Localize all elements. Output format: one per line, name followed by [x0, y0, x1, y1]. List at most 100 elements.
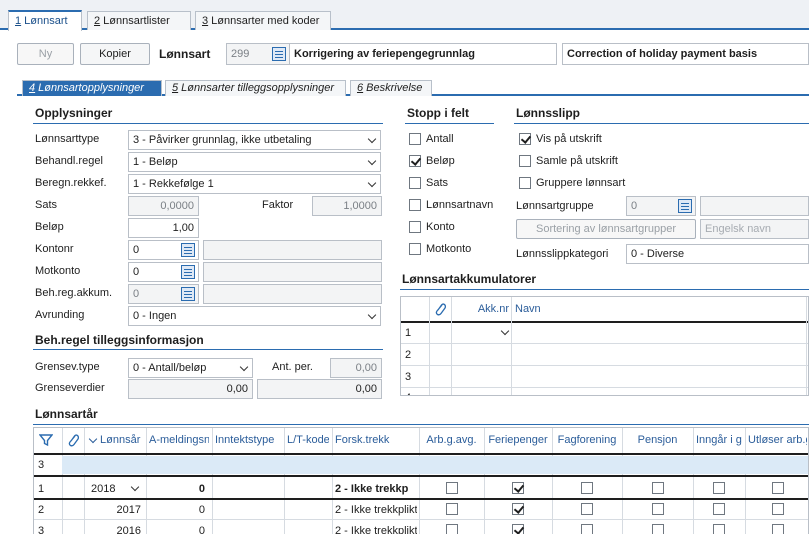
stopp-checkbox[interactable]: [409, 221, 421, 233]
year-checkbox[interactable]: [771, 503, 784, 515]
gruppe-name-field: [700, 196, 809, 216]
chevron-down-icon[interactable]: [500, 326, 510, 336]
grenseverdier-label: Grenseverdier: [35, 382, 105, 394]
gruppe-field[interactable]: 0: [626, 196, 696, 216]
behreg-field[interactable]: 0: [128, 284, 199, 304]
lonnsart-id-field[interactable]: 299: [226, 43, 290, 65]
year-checkbox[interactable]: [512, 524, 524, 534]
akk-rule: [400, 289, 809, 290]
kontonr-name-field: [203, 240, 382, 260]
stopp-checkbox[interactable]: [409, 155, 421, 167]
belop-field[interactable]: 1,00: [128, 218, 199, 238]
forsk-trekk-cell[interactable]: 2 - Ikke trekkp: [335, 483, 417, 495]
lookup-icon[interactable]: [181, 287, 195, 301]
tab-tilleggsopplysninger[interactable]: 5 Lønnsarter tilleggsopplysninger: [165, 80, 346, 96]
year-cell[interactable]: 2016: [87, 525, 141, 534]
year-col-header[interactable]: Pensjon: [625, 434, 690, 446]
lonnsarttype-select[interactable]: 3 - Påvirker grunnlag, ikke utbetaling: [128, 130, 381, 150]
avrunding-select[interactable]: 0 - Ingen: [128, 306, 381, 326]
a-melding-cell[interactable]: 0: [149, 504, 205, 516]
tillegg-rule: [33, 349, 383, 350]
copy-button[interactable]: Kopier: [80, 43, 150, 65]
filter-icon[interactable]: [39, 433, 53, 447]
year-col-header[interactable]: A-meldingsn: [149, 434, 209, 446]
navn-col-header[interactable]: Navn: [515, 303, 541, 315]
lookup-icon[interactable]: [181, 243, 195, 257]
year-col-header[interactable]: Feriepenger: [487, 434, 549, 446]
year-checkbox[interactable]: [445, 482, 458, 494]
beregn-select[interactable]: 1 - Rekkefølge 1: [128, 174, 381, 194]
sort-groups-button[interactable]: Sortering av lønnsartgrupper: [516, 219, 696, 239]
name-no-field[interactable]: Korrigering av feriepengegrunnlag: [289, 43, 557, 65]
year-checkbox[interactable]: [581, 524, 593, 534]
year-checkbox[interactable]: [445, 524, 458, 534]
forsk-trekk-cell[interactable]: 2 - Ikke trekkplikti: [335, 504, 417, 516]
filter-row[interactable]: [62, 456, 808, 474]
a-melding-cell[interactable]: 0: [149, 483, 205, 495]
year-checkbox[interactable]: [512, 503, 524, 515]
year-checkbox[interactable]: [651, 482, 664, 494]
forsk-trekk-cell[interactable]: 2 - Ikke trekkplikti: [335, 525, 417, 534]
tab-lonnsart[interactable]: 1 Lønnsart: [8, 10, 82, 31]
stopp-checkbox[interactable]: [409, 199, 421, 211]
year-checkbox[interactable]: [713, 503, 725, 515]
name-en-field[interactable]: Correction of holiday payment basis: [562, 43, 809, 65]
year-col-header[interactable]: Forsk.trekk: [335, 434, 416, 446]
sort-desc-icon[interactable]: [88, 434, 98, 444]
stopp-checkbox[interactable]: [409, 243, 421, 255]
year-col-header[interactable]: Arb.g.avg.: [422, 434, 481, 446]
year-col-header[interactable]: L/T-kode: [287, 434, 329, 446]
year-checkbox[interactable]: [713, 524, 725, 534]
year-checkbox[interactable]: [771, 482, 784, 494]
year-checkbox[interactable]: [651, 503, 664, 515]
year-checkbox[interactable]: [581, 482, 593, 494]
lookup-icon[interactable]: [678, 199, 692, 213]
antper-field[interactable]: 0,00: [330, 358, 382, 378]
kontonr-field[interactable]: 0: [128, 240, 199, 260]
year-checkbox[interactable]: [771, 524, 784, 534]
antper-label: Ant. per.: [272, 361, 313, 373]
grensev-select[interactable]: 0 - Antall/beløp: [128, 358, 253, 378]
behandl-select[interactable]: 1 - Beløp: [128, 152, 381, 172]
new-button[interactable]: Ny: [17, 43, 74, 65]
a-melding-cell[interactable]: 0: [149, 525, 205, 534]
year-checkbox[interactable]: [512, 482, 524, 494]
lookup-icon[interactable]: [181, 265, 195, 279]
faktor-field[interactable]: 1,0000: [312, 196, 382, 216]
kategori-select[interactable]: 0 - Diverse: [626, 244, 809, 264]
lonnsslipp-checkbox[interactable]: [519, 177, 531, 189]
lonnsslipp-checkbox[interactable]: [519, 133, 531, 145]
year-cell[interactable]: 2017: [87, 504, 141, 516]
sats-field[interactable]: 0,0000: [128, 196, 199, 216]
lookup-icon[interactable]: [272, 47, 286, 61]
year-checkbox[interactable]: [445, 503, 458, 515]
year-col-header[interactable]: Utløser arb.g: [748, 434, 807, 446]
stopp-checkbox[interactable]: [409, 133, 421, 145]
year-checkbox[interactable]: [651, 524, 664, 534]
tab-lonnsartlister[interactable]: 2 Lønnsartlister: [87, 11, 191, 30]
akk-col-header[interactable]: Akk.nr: [453, 303, 509, 315]
year-checkbox[interactable]: [581, 503, 593, 515]
year-col-header[interactable]: Inngår i gr: [696, 434, 742, 446]
filter-row-number: 3: [38, 459, 45, 471]
year-col-header[interactable]: Lønnsår: [100, 434, 143, 446]
stopp-checkbox[interactable]: [409, 177, 421, 189]
akk-row-rule: [401, 387, 808, 388]
motkonto-field[interactable]: 0: [128, 262, 199, 282]
tab-lonnsarter-med-koder[interactable]: 3 Lønnsarter med koder: [195, 11, 331, 30]
grense1-field[interactable]: 0,00: [128, 379, 253, 399]
tillegg-title: Beh.regel tilleggsinformasjon: [35, 333, 204, 347]
akk-row-rule: [401, 365, 808, 366]
tab-lonnsartopplysninger[interactable]: 4 Lønnsartopplysninger: [22, 80, 162, 96]
tab-beskrivelse[interactable]: 6 Beskrivelse: [350, 80, 432, 96]
engelsk-navn-field[interactable]: Engelsk navn: [700, 219, 809, 239]
lonnsartar-rule: [33, 424, 809, 425]
lonnsslipp-checkbox[interactable]: [519, 155, 531, 167]
grense2-field[interactable]: 0,00: [257, 379, 382, 399]
lonnsslipp-label: Gruppere lønnsart: [536, 177, 626, 189]
year-col-header[interactable]: Inntektstype: [215, 434, 281, 446]
opplysninger-title: Opplysninger: [35, 106, 113, 120]
akk-row-number: 2: [405, 349, 412, 361]
year-checkbox[interactable]: [713, 482, 725, 494]
year-col-header[interactable]: Fagforening: [555, 434, 619, 446]
